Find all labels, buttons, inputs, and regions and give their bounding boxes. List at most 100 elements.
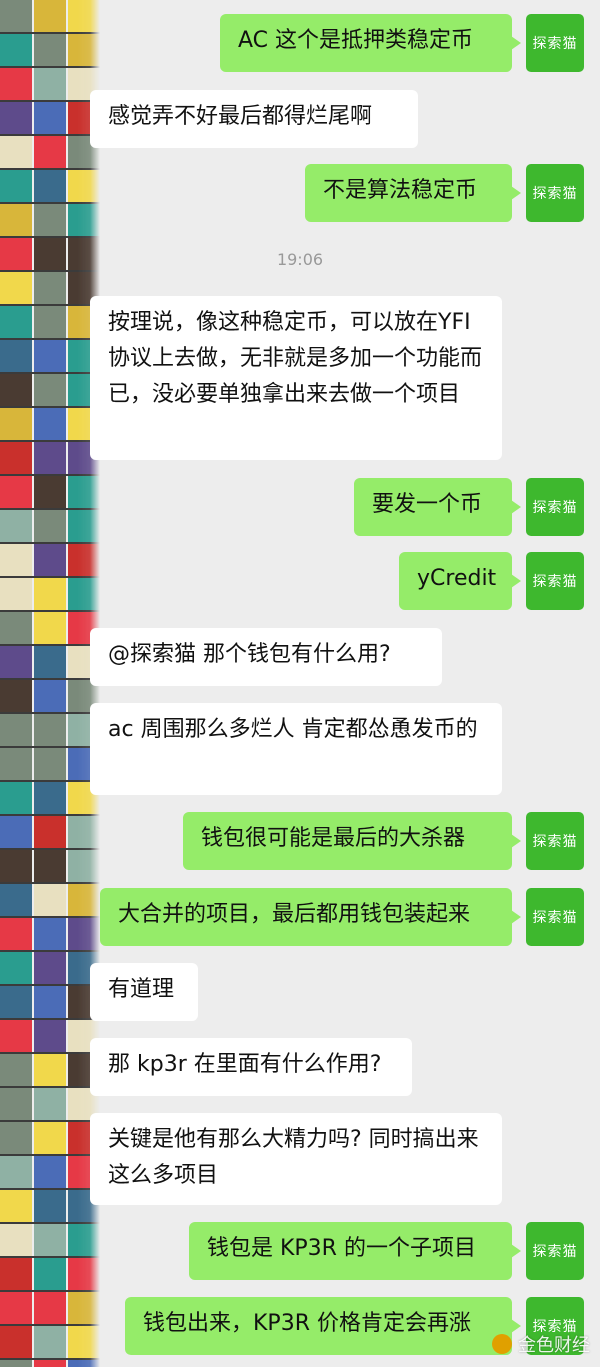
message-bubble-outgoing[interactable]: AC 这个是抵押类稳定币	[220, 14, 521, 72]
message-text: 有道理	[108, 977, 175, 1002]
avatar-label: 探索猫	[532, 910, 578, 926]
mosaic-cell	[0, 850, 32, 882]
mosaic-cell	[34, 952, 66, 984]
mosaic-cell	[34, 986, 66, 1018]
message-text: 大合并的项目，最后都用钱包装起来	[118, 902, 471, 927]
message-bubble-outgoing[interactable]: 钱包是 KP3R 的一个子项目	[189, 1222, 521, 1280]
mosaic-cell	[0, 986, 32, 1018]
avatar-label: 探索猫	[532, 574, 578, 590]
mosaic-cell	[0, 204, 32, 236]
message-text: 不是算法稳定币	[323, 178, 478, 203]
mosaic-cell	[34, 102, 66, 134]
message-text: ac 周围那么多烂人 肯定都怂恿发币的	[108, 717, 478, 742]
mosaic-cell	[34, 884, 66, 916]
message-text: @探索猫 那个钱包有什么用?	[108, 642, 391, 667]
mosaic-cell	[0, 884, 32, 916]
message-bubble-incoming[interactable]: 关键是他有那么大精力吗? 同时搞出来这么多项目	[90, 1113, 502, 1205]
mosaic-cell	[34, 918, 66, 950]
mosaic-cell	[0, 816, 32, 848]
avatar-label: 探索猫	[532, 834, 578, 850]
mosaic-cell	[68, 918, 100, 950]
mosaic-cell	[68, 34, 100, 66]
mosaic-cell	[68, 1224, 100, 1256]
mosaic-cell	[34, 578, 66, 610]
mosaic-cell	[68, 476, 100, 508]
message-bubble-incoming[interactable]: @探索猫 那个钱包有什么用?	[90, 628, 442, 686]
mosaic-cell	[34, 544, 66, 576]
avatar[interactable]: 探索猫	[526, 1222, 584, 1280]
mosaic-cell	[34, 204, 66, 236]
avatar[interactable]: 探索猫	[526, 812, 584, 870]
avatar-label: 探索猫	[532, 36, 578, 52]
mosaic-cell	[34, 170, 66, 202]
message-text: AC 这个是抵押类稳定币	[238, 28, 474, 53]
mosaic-cell	[0, 306, 32, 338]
message-text: yCredit	[417, 566, 497, 591]
message-bubble-outgoing[interactable]: 钱包出来，KP3R 价格肯定会再涨	[125, 1297, 521, 1355]
mosaic-cell	[0, 510, 32, 542]
mosaic-cell	[34, 782, 66, 814]
mosaic-cell	[68, 170, 100, 202]
mosaic-cell	[34, 1292, 66, 1324]
message-bubble-outgoing[interactable]: 大合并的项目，最后都用钱包装起来	[100, 888, 521, 946]
mosaic-cell	[0, 374, 32, 406]
mosaic-cell	[34, 374, 66, 406]
mosaic-cell	[0, 1054, 32, 1086]
message-text: 按理说，像这种稳定币，可以放在YFI 协议上去做，无非就是多加一个功能而已，没必…	[108, 310, 483, 407]
avatar[interactable]: 探索猫	[526, 14, 584, 72]
mosaic-cell	[0, 476, 32, 508]
avatar[interactable]: 探索猫	[526, 888, 584, 946]
timestamp: 19:06	[276, 250, 324, 269]
mosaic-cell	[34, 646, 66, 678]
mosaic-cell	[34, 1224, 66, 1256]
mosaic-cell	[34, 510, 66, 542]
message-bubble-incoming[interactable]: 按理说，像这种稳定币，可以放在YFI 协议上去做，无非就是多加一个功能而已，没必…	[90, 296, 502, 460]
avatar[interactable]: 探索猫	[526, 164, 584, 222]
mosaic-cell	[0, 612, 32, 644]
avatar-label: 探索猫	[532, 500, 578, 516]
mosaic-cell	[0, 0, 32, 32]
mosaic-cell	[0, 1326, 32, 1358]
mosaic-cell	[0, 170, 32, 202]
message-bubble-outgoing[interactable]: yCredit	[399, 552, 521, 610]
mosaic-cell	[34, 714, 66, 746]
mosaic-cell	[0, 578, 32, 610]
mosaic-cell	[34, 1360, 66, 1367]
message-bubble-incoming[interactable]: ac 周围那么多烂人 肯定都怂恿发币的	[90, 703, 502, 795]
mosaic-cell	[34, 34, 66, 66]
message-bubble-outgoing[interactable]: 钱包很可能是最后的大杀器	[183, 812, 521, 870]
message-text: 那 kp3r 在里面有什么作用?	[108, 1052, 382, 1077]
mosaic-cell	[0, 340, 32, 372]
avatar[interactable]: 探索猫	[526, 552, 584, 610]
mosaic-cell	[68, 544, 100, 576]
message-bubble-outgoing[interactable]: 要发一个币	[354, 478, 521, 536]
mosaic-cell	[0, 1156, 32, 1188]
mosaic-cell	[68, 0, 100, 32]
message-bubble-outgoing[interactable]: 不是算法稳定币	[305, 164, 521, 222]
watermark-text: 金色财经	[518, 1335, 590, 1356]
mosaic-cell	[0, 1258, 32, 1290]
mosaic-cell	[34, 340, 66, 372]
mosaic-cell	[0, 272, 32, 304]
mosaic-cell	[34, 0, 66, 32]
mosaic-cell	[0, 1020, 32, 1052]
message-text: 要发一个币	[372, 492, 483, 517]
mosaic-cell	[34, 1190, 66, 1222]
mosaic-cell	[34, 1156, 66, 1188]
message-bubble-incoming[interactable]: 感觉弄不好最后都得烂尾啊	[90, 90, 418, 148]
avatar-label: 探索猫	[532, 1244, 578, 1260]
mosaic-cell	[34, 816, 66, 848]
mosaic-cell	[68, 1360, 100, 1367]
message-text: 钱包出来，KP3R 价格肯定会再涨	[143, 1311, 471, 1336]
avatar[interactable]: 探索猫	[526, 478, 584, 536]
message-bubble-incoming[interactable]: 有道理	[90, 963, 198, 1021]
mosaic-cell	[34, 680, 66, 712]
mosaic-cell	[68, 850, 100, 882]
message-bubble-incoming[interactable]: 那 kp3r 在里面有什么作用?	[90, 1038, 412, 1096]
mosaic-cell	[34, 1122, 66, 1154]
coin-logo-icon	[492, 1334, 512, 1354]
mosaic-cell	[34, 748, 66, 780]
mosaic-cell	[0, 102, 32, 134]
mosaic-cell	[34, 612, 66, 644]
mosaic-cell	[68, 578, 100, 610]
